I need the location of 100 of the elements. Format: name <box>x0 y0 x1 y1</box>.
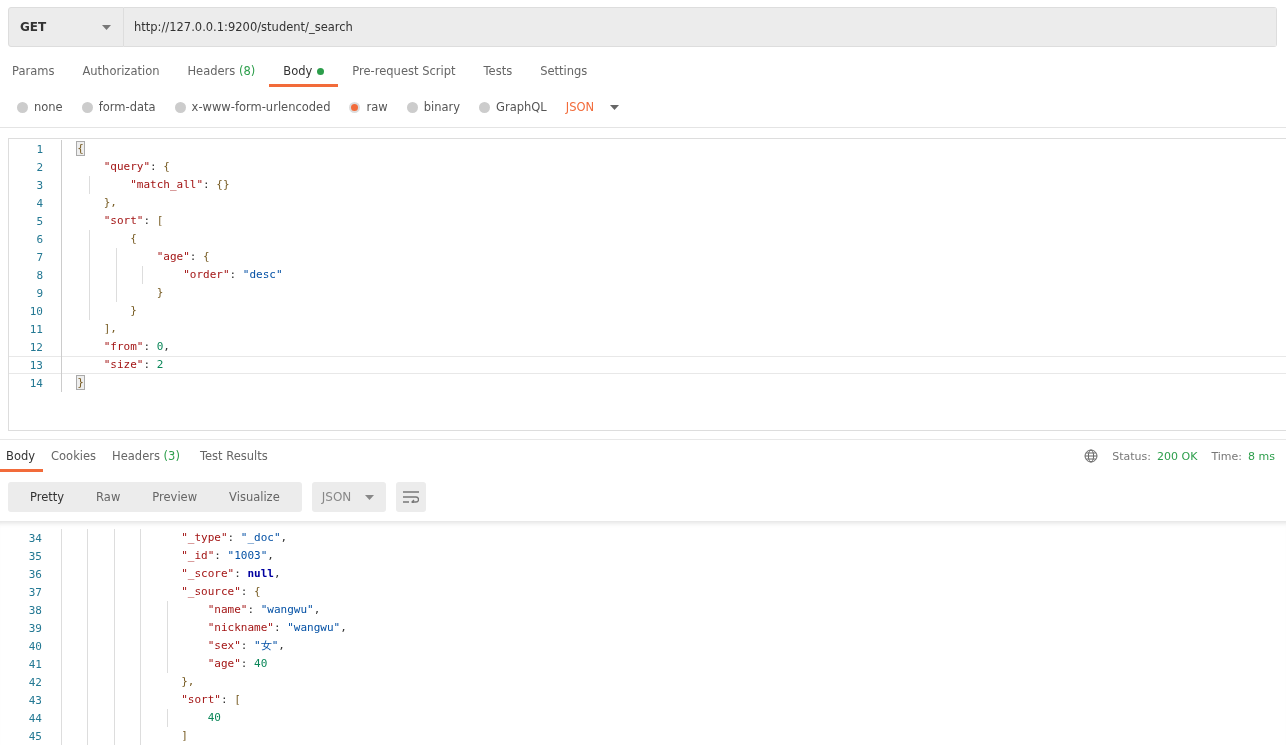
json-string: "wangwu" <box>287 621 341 634</box>
json-punctuation: { <box>77 142 84 155</box>
globe-icon <box>1084 449 1099 463</box>
line-number: 37 <box>27 585 43 599</box>
json-punctuation: { <box>203 250 210 263</box>
json-punctuation: : <box>150 160 158 173</box>
body-type-radio[interactable]: x-www-form-urlencoded <box>174 100 331 114</box>
line-number: 7 <box>35 250 44 264</box>
json-punctuation: : <box>240 585 249 598</box>
time-value: 8 ms <box>1248 449 1275 463</box>
response-tab[interactable]: Body <box>0 440 44 472</box>
json-punctuation: , <box>278 639 285 652</box>
body-type-radio[interactable]: binary <box>406 100 461 114</box>
line-number: 45 <box>27 729 43 743</box>
caret-icon <box>610 104 620 110</box>
time-label: Time: <box>1211 449 1243 463</box>
body-type-radio[interactable]: raw <box>349 100 388 114</box>
url-field[interactable]: http://127.0.0.1:9200/student/_search <box>124 7 1277 47</box>
json-punctuation: : <box>214 549 222 562</box>
json-punctuation: } <box>77 376 84 389</box>
line-number: 39 <box>27 621 43 635</box>
json-punctuation: [ <box>234 693 241 706</box>
line-number: 38 <box>27 603 43 617</box>
json-key: "age" <box>75 657 241 670</box>
json-key: "sex" <box>75 639 241 652</box>
json-number: 40 <box>206 711 221 724</box>
json-null: null <box>247 567 274 580</box>
json-punctuation: : <box>143 340 152 353</box>
json-punctuation: , <box>313 603 321 616</box>
wrap-lines-button[interactable] <box>395 482 426 512</box>
line-number: 1 <box>35 142 44 156</box>
response-tab[interactable]: Test Results <box>187 440 276 472</box>
line-number: 6 <box>35 232 44 246</box>
json-punctuation: {} <box>216 178 230 191</box>
json-key: "_type" <box>75 531 228 544</box>
line-number: 9 <box>35 286 44 300</box>
json-punctuation: : <box>227 531 236 544</box>
view-mode-button[interactable]: Visualize <box>213 482 296 512</box>
line-number: 11 <box>28 322 44 336</box>
line-number: 34 <box>27 531 43 545</box>
json-key: "size" <box>77 358 144 371</box>
json-key: "query" <box>77 160 151 173</box>
request-tab[interactable]: Tests <box>469 58 527 87</box>
json-key: "match_all" <box>77 178 204 191</box>
request-tab[interactable]: Headers (8) <box>173 58 270 87</box>
line-number: 36 <box>27 567 43 581</box>
json-punctuation: , <box>267 549 274 562</box>
request-tab[interactable]: Authorization <box>68 58 174 87</box>
line-number: 42 <box>27 675 43 689</box>
json-punctuation: : <box>247 603 256 616</box>
line-number: 44 <box>27 711 43 725</box>
request-tab[interactable]: Body <box>269 58 339 87</box>
response-tab[interactable]: Cookies <box>43 440 105 472</box>
json-string: "wangwu" <box>260 603 314 616</box>
json-punctuation: : <box>273 621 282 634</box>
line-number: 3 <box>35 178 44 192</box>
response-tab[interactable]: Headers (3) <box>104 440 188 472</box>
request-tab[interactable]: Settings <box>526 58 602 87</box>
json-punctuation: { <box>254 585 261 598</box>
request-tab[interactable]: Pre-request Script <box>338 58 470 87</box>
json-punctuation: : <box>220 693 229 706</box>
json-punctuation: : <box>143 358 152 371</box>
json-punctuation: } <box>129 304 137 317</box>
view-mode-button[interactable]: Raw <box>80 482 137 512</box>
json-punctuation: : <box>240 639 249 652</box>
json-key: "_source" <box>75 585 241 598</box>
line-number: 4 <box>35 196 44 210</box>
json-key: "_id" <box>75 549 215 562</box>
caret-icon <box>364 494 374 500</box>
request-tab[interactable]: Params <box>0 58 69 87</box>
json-number: 0 <box>156 340 164 353</box>
json-punctuation: , <box>163 340 170 353</box>
json-punctuation: : <box>234 567 242 580</box>
method-dropdown[interactable]: GET <box>8 7 124 47</box>
json-punctuation: : <box>143 214 152 227</box>
json-punctuation: : <box>229 268 238 281</box>
json-string: "1003" <box>227 549 268 562</box>
json-punctuation: ], <box>102 322 117 335</box>
view-mode-button[interactable]: Preview <box>136 482 214 512</box>
json-punctuation: }, <box>102 196 117 209</box>
json-key: "order" <box>77 268 230 281</box>
status-label: Status: <box>1112 449 1152 463</box>
wrap-icon <box>402 491 419 503</box>
json-punctuation: { <box>129 232 137 245</box>
json-punctuation: , <box>280 531 288 544</box>
view-mode-button[interactable]: Pretty <box>14 482 81 512</box>
json-key: "from" <box>77 340 144 353</box>
json-key: "nickname" <box>75 621 274 634</box>
json-string: "_doc" <box>240 531 281 544</box>
body-type-radio[interactable]: none <box>17 100 63 114</box>
json-number: 40 <box>254 657 268 670</box>
body-type-radio[interactable]: form-data <box>81 100 156 114</box>
line-number: 2 <box>35 160 44 174</box>
line-number: 13 <box>28 358 44 372</box>
line-number: 40 <box>27 639 43 653</box>
code-editor[interactable]: 1 { 2 "query": { 3 "match_all": {} 4 }, 5 "sort": [ 6 { 7 "age": { 8 "order": "desc" 9 } 10 } 11 ], 12 "from": 0, 13 "size": 2 14 } <box>8 138 1286 431</box>
json-punctuation: }, <box>180 675 195 688</box>
body-type-radio[interactable]: GraphQL <box>479 100 547 114</box>
json-punctuation: , <box>273 567 281 580</box>
line-number: 43 <box>27 693 43 707</box>
